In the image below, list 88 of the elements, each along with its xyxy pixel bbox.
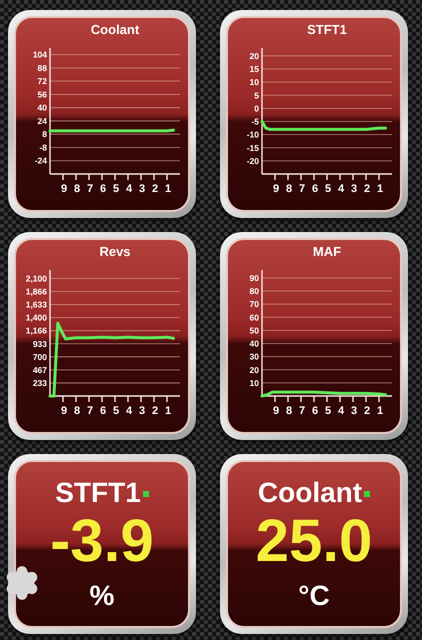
axis-label: 40 bbox=[38, 102, 47, 113]
axis-label: -15 bbox=[246, 142, 259, 153]
chart-title: Coolant bbox=[90, 22, 140, 37]
gauge-label: Coolant bbox=[258, 476, 362, 508]
axis-label: -8 bbox=[39, 142, 47, 152]
axis-label: 5 bbox=[254, 90, 259, 100]
axis-label: 9 bbox=[60, 183, 68, 195]
axis-label: 5 bbox=[324, 405, 332, 417]
axis-label: 7 bbox=[86, 405, 94, 417]
gauge-label: STFT1 bbox=[55, 476, 141, 508]
axis-label: 9 bbox=[60, 405, 68, 417]
gauge-tile[interactable]: Revs 2,100 1,866 1,633 1,400 1,166 933 700 467 233 9 8 7 6 5 4 3 2 1 bbox=[8, 232, 196, 440]
gauge-tile[interactable]: STFT1 -3.9 % bbox=[8, 454, 196, 634]
axis-label: 1 bbox=[164, 405, 172, 417]
gauge-tile[interactable]: Coolant 104 88 72 56 40 24 8 -8 -24 9 8 7 6 5 4 3 2 1 bbox=[8, 10, 196, 218]
axis-label: 1 bbox=[164, 183, 172, 195]
axis-label: 3 bbox=[350, 183, 358, 195]
axis-label: 1 bbox=[376, 405, 384, 417]
axis-label: 8 bbox=[42, 129, 47, 140]
axis-label: 1,400 bbox=[26, 312, 47, 323]
axis-label: 1 bbox=[376, 183, 384, 195]
axis-label: 3 bbox=[350, 405, 358, 417]
axis-label: 4 bbox=[338, 405, 344, 417]
axis-label: 4 bbox=[338, 183, 344, 195]
axis-label: 104 bbox=[32, 50, 47, 60]
axis-label: 467 bbox=[32, 364, 47, 375]
axis-label: 24 bbox=[38, 116, 47, 126]
axis-label: -24 bbox=[34, 156, 47, 166]
axis-label: 20 bbox=[250, 364, 259, 375]
gauge-unit: °C bbox=[298, 580, 330, 612]
axis-label: 7 bbox=[86, 183, 94, 195]
axis-label: 0 bbox=[254, 103, 259, 114]
axis-label: 4 bbox=[126, 183, 132, 195]
gauge-unit: % bbox=[90, 580, 114, 612]
axis-label: 30 bbox=[250, 352, 259, 362]
axis-label: 7 bbox=[298, 183, 306, 195]
axis-label: 2 bbox=[152, 183, 158, 195]
axis-label: 2,100 bbox=[26, 273, 47, 284]
axis-label: 8 bbox=[286, 405, 292, 417]
axis-label: 6 bbox=[100, 183, 106, 195]
gauge-tile[interactable]: STFT1 20 15 10 5 0 -5 -10 -15 -20 9 8 7 6 5 4 3 2 1 bbox=[220, 10, 408, 218]
axis-label: 1,866 bbox=[26, 286, 47, 296]
axis-label: 933 bbox=[32, 338, 47, 349]
gauge-tile[interactable]: Coolant 25.0 °C bbox=[220, 454, 408, 634]
axis-label: 4 bbox=[126, 405, 132, 417]
axis-label: -20 bbox=[246, 156, 259, 166]
axis-label: -10 bbox=[246, 130, 259, 140]
axis-label: 8 bbox=[74, 405, 80, 417]
axis-label: 6 bbox=[100, 405, 106, 417]
axis-label: 7 bbox=[298, 405, 306, 417]
axis-label: 8 bbox=[74, 183, 80, 195]
axis-label: 10 bbox=[250, 378, 259, 388]
axis-label: 80 bbox=[250, 286, 259, 296]
axis-label: 233 bbox=[32, 378, 47, 388]
axis-label: 70 bbox=[250, 299, 259, 310]
axis-label: 60 bbox=[250, 312, 259, 322]
axis-label: 2 bbox=[364, 405, 370, 417]
axis-label: 5 bbox=[324, 183, 332, 195]
axis-label: 88 bbox=[38, 62, 47, 73]
axis-label: 5 bbox=[112, 405, 120, 417]
axis-label: 90 bbox=[250, 272, 259, 283]
axis-label: 1,633 bbox=[26, 300, 47, 310]
axis-label: 15 bbox=[250, 64, 259, 74]
axis-label: 56 bbox=[38, 89, 47, 100]
chart-title: Revs bbox=[99, 244, 131, 259]
axis-label: 40 bbox=[250, 338, 259, 348]
axis-label: 6 bbox=[312, 405, 318, 417]
axis-label: 3 bbox=[138, 183, 146, 195]
axis-label: 20 bbox=[250, 50, 259, 61]
gauge-value: -3.9 bbox=[50, 508, 154, 572]
axis-label: 9 bbox=[272, 183, 280, 195]
chart-title: MAF bbox=[312, 244, 342, 259]
axis-label: 2 bbox=[364, 183, 370, 195]
gauge-tile[interactable]: MAF 90 80 70 60 50 40 30 20 10 9 8 7 6 5 4 3 2 1 bbox=[220, 232, 408, 440]
axis-label: 8 bbox=[286, 183, 292, 195]
axis-label: 700 bbox=[32, 352, 47, 362]
axis-label: -5 bbox=[251, 116, 259, 126]
axis-label: 72 bbox=[38, 76, 47, 86]
axis-label: 5 bbox=[112, 183, 120, 195]
axis-label: 2 bbox=[152, 405, 158, 417]
gauge-value: 25.0 bbox=[256, 508, 372, 572]
axis-label: 50 bbox=[250, 325, 259, 336]
axis-label: 10 bbox=[250, 77, 259, 88]
axis-label: 3 bbox=[138, 405, 146, 417]
axis-label: 6 bbox=[312, 183, 318, 195]
axis-label: 1,166 bbox=[26, 326, 47, 336]
axis-label: 9 bbox=[272, 405, 280, 417]
chart-title: STFT1 bbox=[307, 22, 347, 37]
